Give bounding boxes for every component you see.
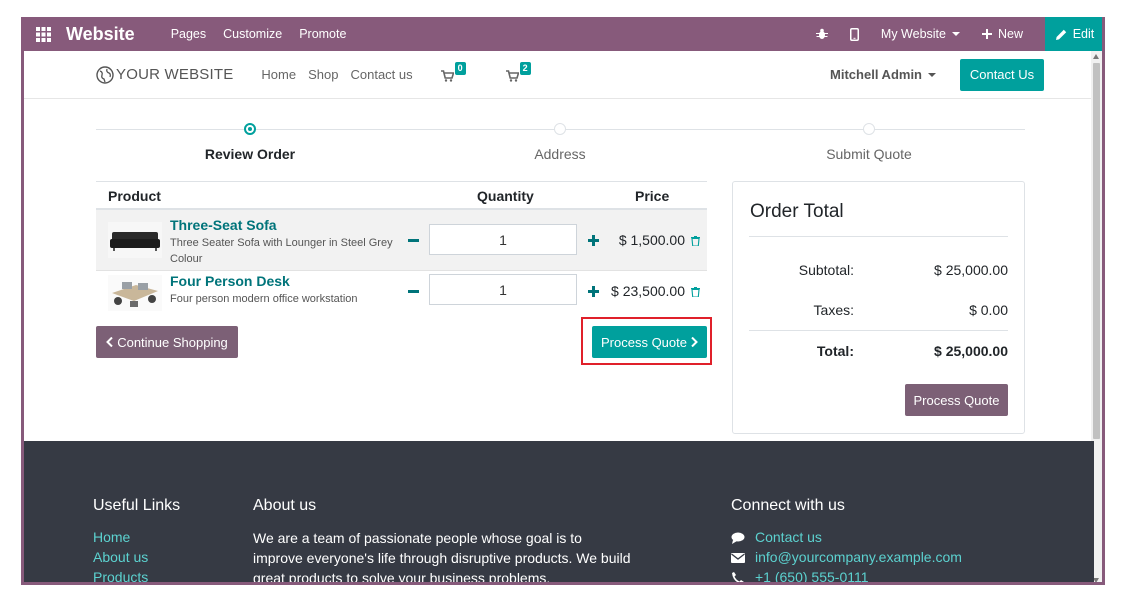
- footer-contact-link[interactable]: Contact us: [755, 529, 822, 545]
- apps-grid-icon[interactable]: [26, 17, 60, 51]
- new-button-label: New: [997, 27, 1023, 41]
- cart-link-2[interactable]: 2: [505, 61, 531, 82]
- product-description: Four person modern office workstation: [170, 293, 358, 305]
- site-logo[interactable]: YOUR WEBSITE: [96, 65, 234, 84]
- subtotal-value: $ 25,000.00: [934, 262, 1008, 278]
- footer-link-home[interactable]: Home: [93, 529, 130, 545]
- nav-link-home[interactable]: Home: [261, 67, 296, 82]
- chevron-left-icon: [106, 337, 113, 347]
- total-label: Total:: [816, 343, 854, 359]
- scrollbar-thumb[interactable]: [1093, 63, 1100, 439]
- footer-link-products[interactable]: Products: [93, 569, 148, 582]
- site-logo-text: YOUR WEBSITE: [116, 66, 234, 83]
- nav-link-shop[interactable]: Shop: [308, 67, 338, 82]
- taxes-label: Taxes:: [813, 302, 854, 318]
- app-brand[interactable]: Website: [66, 24, 135, 45]
- continue-shopping-label: Continue Shopping: [117, 334, 228, 350]
- subtotal-label: Subtotal:: [798, 262, 854, 278]
- chat-bubble-icon: [731, 532, 745, 544]
- footer-phone-link[interactable]: +1 (650) 555-0111: [755, 569, 869, 582]
- quantity-increase-icon-bar[interactable]: [588, 290, 599, 293]
- scroll-up-arrow-icon[interactable]: [1093, 54, 1099, 59]
- process-quote-label: Process Quote: [601, 334, 687, 350]
- site-selector-label: My Website: [880, 27, 946, 41]
- user-name: Mitchell Admin: [830, 67, 922, 82]
- mobile-preview-icon[interactable]: [849, 27, 859, 41]
- product-price: $ 23,500.00: [611, 283, 685, 299]
- edit-button-label: Edit: [1072, 27, 1095, 41]
- divider: [749, 330, 1008, 331]
- footer-about-title: About us: [253, 497, 317, 514]
- site-selector-dropdown[interactable]: My Website: [881, 27, 960, 41]
- website-navbar: YOUR WEBSITE Home Shop Contact us 0 2 Mi…: [24, 51, 1094, 99]
- desk-product-image[interactable]: [108, 275, 162, 311]
- user-menu-dropdown[interactable]: Mitchell Admin: [830, 67, 936, 82]
- shopping-cart-icon: [440, 69, 454, 82]
- product-price: $ 1,500.00: [618, 232, 685, 248]
- step-label-review: Review Order: [204, 146, 296, 162]
- quantity-input[interactable]: [429, 274, 577, 305]
- site-footer: Useful Links Home About us Products Abou…: [24, 441, 1094, 585]
- nav-link-contact[interactable]: Contact us: [350, 67, 412, 82]
- quantity-increase-icon-bar[interactable]: [588, 239, 599, 242]
- product-name-link[interactable]: Three-Seat Sofa: [170, 217, 277, 233]
- footer-about-text: We are a team of passionate people whose…: [253, 530, 631, 585]
- footer-connect-title: Connect with us: [731, 497, 845, 514]
- menu-promote[interactable]: Promote: [299, 27, 346, 41]
- quantity-decrease-icon[interactable]: [408, 290, 419, 293]
- phone-icon: [732, 572, 744, 582]
- cart-count-badge-2: 2: [519, 61, 531, 75]
- step-dot-review: [244, 123, 256, 135]
- quantity-input[interactable]: [429, 224, 577, 255]
- divider: [749, 236, 1008, 237]
- contact-us-button[interactable]: Contact Us: [960, 58, 1044, 91]
- envelope-icon: [731, 553, 745, 563]
- new-button[interactable]: New: [981, 27, 1023, 41]
- taxes-value: $ 0.00: [969, 302, 1008, 318]
- total-value: $ 25,000.00: [934, 343, 1008, 359]
- cart-link-1[interactable]: 0: [440, 61, 466, 82]
- edit-button[interactable]: Edit: [1045, 17, 1102, 51]
- footer-email-link[interactable]: info@yourcompany.example.com: [755, 549, 962, 565]
- cart-row: Four Person Desk Four person modern offi…: [96, 270, 707, 317]
- chevron-down-icon: [928, 72, 936, 77]
- quantity-decrease-icon[interactable]: [408, 239, 419, 242]
- menu-pages[interactable]: Pages: [171, 27, 206, 41]
- cart-row: Three-Seat Sofa Three Seater Sofa with L…: [96, 210, 707, 270]
- step-label-address: Address: [534, 146, 586, 162]
- menu-customize[interactable]: Customize: [223, 27, 282, 41]
- globe-icon: [96, 65, 114, 84]
- pencil-icon: [1055, 29, 1066, 40]
- cart-table-header: Product Quantity Price: [96, 181, 707, 210]
- debug-bug-icon[interactable]: [815, 28, 828, 40]
- admin-bar: Website Pages Customize Promote My Websi…: [24, 17, 1102, 51]
- process-quote-button-secondary[interactable]: Process Quote: [905, 384, 1008, 416]
- trash-icon[interactable]: [691, 287, 700, 297]
- step-label-submit: Submit Quote: [826, 146, 912, 162]
- product-description: Three Seater Sofa with Lounger in Steel …: [170, 237, 393, 265]
- process-quote-button[interactable]: Process Quote: [592, 326, 707, 358]
- product-name-link[interactable]: Four Person Desk: [170, 273, 290, 289]
- header-quantity: Quantity: [477, 188, 534, 204]
- footer-useful-links-title: Useful Links: [93, 497, 181, 514]
- step-dot-submit: [863, 123, 875, 135]
- header-product: Product: [108, 188, 161, 204]
- footer-link-about[interactable]: About us: [93, 549, 148, 565]
- order-total-card: Order Total Subtotal: $ 25,000.00 Taxes:…: [732, 181, 1025, 434]
- order-total-title: Order Total: [750, 201, 844, 222]
- chevron-down-icon: [951, 32, 960, 36]
- cart-count-badge-1: 0: [454, 61, 466, 75]
- header-price: Price: [635, 188, 670, 204]
- shopping-cart-icon: [505, 69, 519, 82]
- sofa-product-image[interactable]: [108, 222, 162, 258]
- chevron-right-icon: [691, 337, 698, 347]
- step-dot-address: [554, 123, 566, 135]
- trash-icon[interactable]: [691, 236, 700, 246]
- continue-shopping-button[interactable]: Continue Shopping: [96, 326, 238, 358]
- browser-frame: Website Pages Customize Promote My Websi…: [21, 17, 1105, 585]
